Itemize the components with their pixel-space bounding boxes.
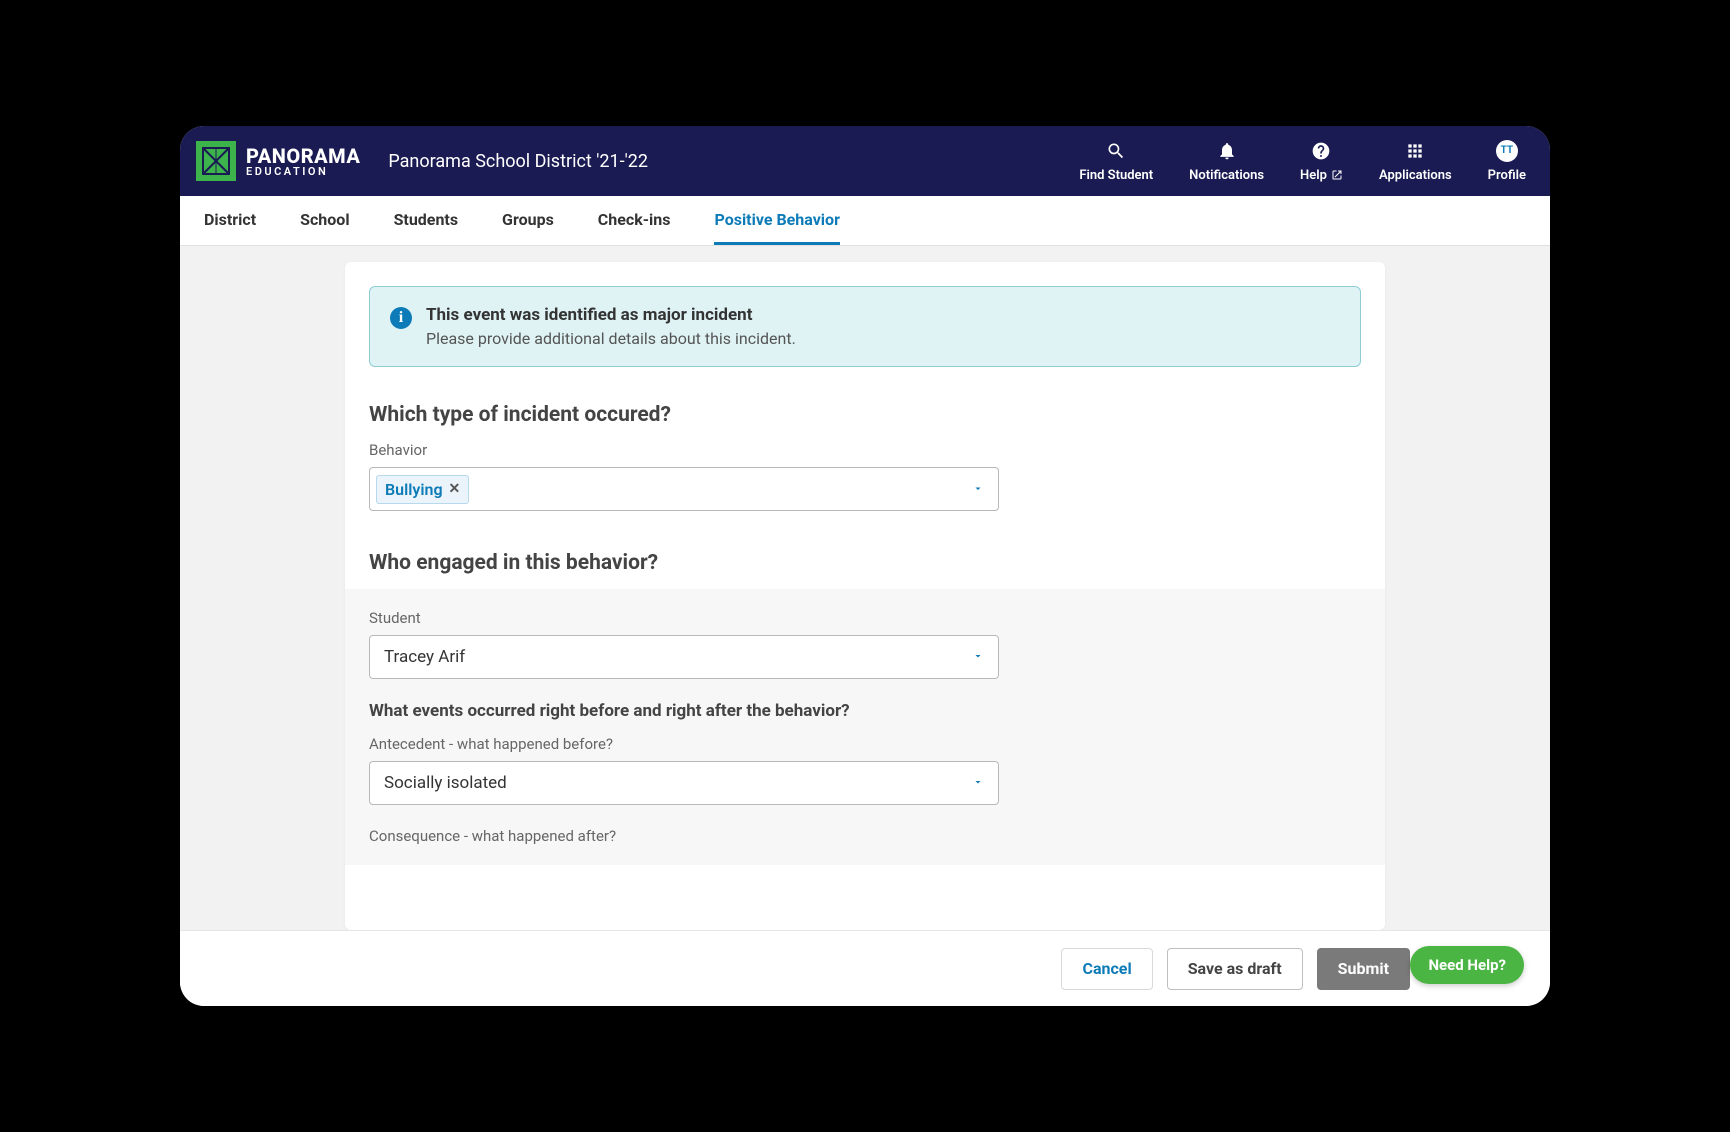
- topbar: PANORAMA EDUCATION Panorama School Distr…: [180, 126, 1550, 196]
- consequence-label: Consequence - what happened after?: [369, 827, 1361, 845]
- cancel-button[interactable]: Cancel: [1061, 948, 1152, 990]
- app-window: PANORAMA EDUCATION Panorama School Distr…: [180, 126, 1550, 1006]
- help-button[interactable]: Help: [1300, 140, 1343, 183]
- logo-mark-icon: [196, 141, 236, 181]
- chip-remove-icon[interactable]: ✕: [449, 481, 461, 497]
- banner-subtitle: Please provide additional details about …: [426, 329, 796, 348]
- submit-button[interactable]: Submit: [1317, 948, 1410, 990]
- save-draft-button[interactable]: Save as draft: [1167, 948, 1303, 990]
- who-subsection: Student Tracey Arif What events occurred…: [345, 589, 1385, 865]
- who-heading: Who engaged in this behavior?: [369, 551, 1361, 575]
- tab-check-ins[interactable]: Check-ins: [598, 196, 671, 245]
- student-select[interactable]: Tracey Arif: [369, 635, 999, 679]
- need-help-fab[interactable]: Need Help?: [1410, 946, 1524, 984]
- behavior-chip: Bullying ✕: [376, 475, 469, 504]
- chevron-down-icon: [972, 647, 984, 667]
- tab-students[interactable]: Students: [394, 196, 458, 245]
- help-label: Help: [1300, 168, 1327, 183]
- avatar: TT: [1496, 140, 1518, 162]
- search-icon: [1106, 140, 1126, 162]
- behavior-multiselect[interactable]: Bullying ✕: [369, 467, 999, 511]
- tab-positive-behavior[interactable]: Positive Behavior: [714, 196, 839, 245]
- help-icon: [1311, 140, 1331, 162]
- brand-logo[interactable]: PANORAMA EDUCATION: [196, 141, 360, 181]
- incident-form-card: i This event was identified as major inc…: [345, 262, 1385, 930]
- brand-text: PANORAMA EDUCATION: [246, 146, 360, 177]
- banner-title: This event was identified as major incid…: [426, 305, 796, 325]
- antecedent-label: Antecedent - what happened before?: [369, 735, 1361, 753]
- tab-groups[interactable]: Groups: [502, 196, 554, 245]
- find-student-label: Find Student: [1079, 168, 1153, 183]
- subnav: District School Students Groups Check-in…: [180, 196, 1550, 246]
- student-label: Student: [369, 609, 1361, 627]
- find-student-button[interactable]: Find Student: [1079, 140, 1153, 183]
- tab-school[interactable]: School: [300, 196, 349, 245]
- bell-icon: [1217, 140, 1237, 162]
- notifications-label: Notifications: [1189, 168, 1264, 183]
- info-banner: i This event was identified as major inc…: [369, 286, 1361, 367]
- applications-label: Applications: [1379, 168, 1452, 183]
- antecedent-select[interactable]: Socially isolated: [369, 761, 999, 805]
- incident-type-heading: Which type of incident occured?: [369, 403, 1361, 427]
- info-icon: i: [390, 307, 412, 329]
- student-value: Tracey Arif: [384, 647, 465, 667]
- chevron-down-icon: [972, 480, 984, 499]
- events-question: What events occurred right before and ri…: [369, 701, 1361, 721]
- profile-button[interactable]: TT Profile: [1488, 140, 1526, 183]
- content-scroll[interactable]: i This event was identified as major inc…: [180, 246, 1550, 930]
- notifications-button[interactable]: Notifications: [1189, 140, 1264, 183]
- behavior-chip-label: Bullying: [385, 480, 443, 499]
- apps-grid-icon: [1405, 140, 1425, 162]
- external-link-icon: [1331, 169, 1343, 181]
- tab-district[interactable]: District: [204, 196, 256, 245]
- district-name: Panorama School District '21-'22: [388, 151, 648, 172]
- profile-label: Profile: [1488, 168, 1526, 183]
- brand-line1: PANORAMA: [246, 146, 360, 166]
- footer-bar: Cancel Save as draft Submit: [180, 930, 1550, 1006]
- applications-button[interactable]: Applications: [1379, 140, 1452, 183]
- antecedent-value: Socially isolated: [384, 773, 507, 793]
- behavior-label: Behavior: [369, 441, 1361, 459]
- chevron-down-icon: [972, 773, 984, 793]
- topbar-actions: Find Student Notifications Help: [1079, 140, 1526, 183]
